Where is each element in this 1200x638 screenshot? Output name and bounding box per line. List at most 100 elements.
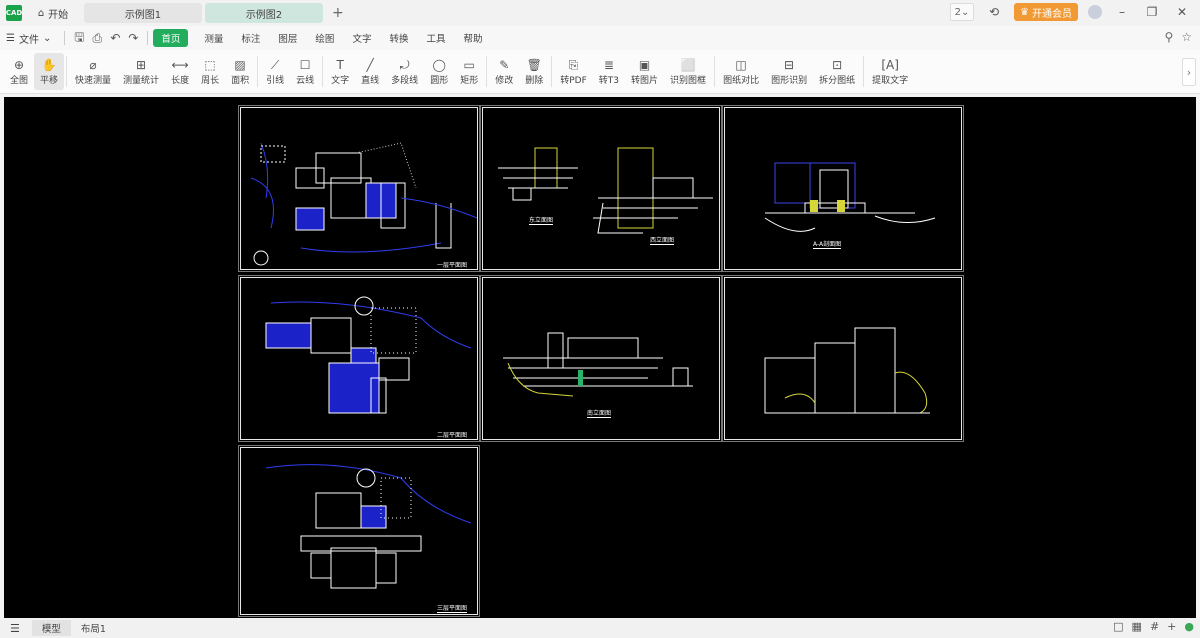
divider [64, 31, 66, 45]
sheet-title: 一层平面图 [437, 262, 468, 270]
home-tab-label: 开始 [48, 9, 69, 21]
tab-draw[interactable]: 绘图 [315, 31, 334, 45]
tool-label: 全图 [10, 76, 29, 86]
rectangle-icon: ▭ [463, 58, 475, 72]
drawing-canvas[interactable]: 一层平面图 东立面图 西立面图 A-A剖面图 二层平面图 南立面图 三层平面图 [4, 97, 1196, 618]
tab-layers[interactable]: 图层 [278, 31, 297, 45]
to-t3-tool[interactable]: ≣ 转T3 [593, 50, 625, 93]
drawing-sheet-elevations-east-west[interactable]: 东立面图 西立面图 [480, 105, 722, 272]
tab-layout-1[interactable]: 布局1 [71, 620, 116, 636]
document-tab-1[interactable]: 示例图1 [84, 3, 202, 23]
measure-stats-tool[interactable]: ⊞ 测量统计 [117, 50, 165, 93]
pan-tool[interactable]: ✋ 平移 [34, 53, 65, 90]
title-bar: CAD ⌂ 开始 示例图1 示例图2 + 2 ⌄ ⟲ ♛ 开通会员 – ❐ ✕ [0, 0, 1200, 26]
t3-icon: ≣ [603, 58, 614, 72]
toolbar-scroll-right-button[interactable]: › [1182, 58, 1196, 86]
menu-icon[interactable]: ☰ [10, 622, 20, 635]
drawing-sheet-elevation-south[interactable]: 南立面图 [480, 275, 722, 442]
document-tab-label: 示例图2 [245, 9, 283, 21]
length-tool[interactable]: ⟷ 长度 [165, 50, 195, 93]
vip-button[interactable]: ♛ 开通会员 [1014, 3, 1078, 21]
section-2-drawing [764, 327, 930, 414]
leader-tool[interactable]: ⟋ 引线 [260, 50, 290, 93]
tab-label: 模型 [41, 624, 61, 635]
tab-home[interactable]: 首页 [153, 29, 189, 47]
to-image-tool[interactable]: ▣ 转图片 [625, 50, 664, 93]
cloud-tool[interactable]: ☐ 云线 [290, 50, 320, 93]
viewport-icon[interactable]: □ [1113, 620, 1123, 633]
drawing-sheet-floor-2[interactable]: 二层平面图 [238, 275, 480, 442]
area-tool[interactable]: ▨ 面积 [225, 50, 255, 93]
undo-icon[interactable]: ↶ [106, 31, 124, 45]
sheet-title: 西立面图 [650, 237, 675, 245]
shape-recognition-tool[interactable]: ⊟ 图形识别 [765, 50, 813, 93]
drawing-sheet-section[interactable] [722, 275, 964, 442]
tab-measure[interactable]: 测量 [204, 31, 223, 45]
elevations-drawing [498, 147, 713, 234]
tab-convert[interactable]: 转换 [389, 31, 408, 45]
minimize-icon[interactable]: – [1112, 5, 1132, 19]
sync-icon[interactable]: ⟲ [984, 5, 1004, 19]
section-drawing [764, 162, 936, 232]
tab-help[interactable]: 帮助 [463, 31, 482, 45]
zoom-select-value: 2 [954, 6, 962, 18]
fit-all-tool[interactable]: ⊕ 全图 [4, 50, 34, 93]
rectangle-tool[interactable]: ▭ 矩形 [454, 50, 484, 93]
edit-icon: ✎ [499, 58, 510, 72]
quick-measure-tool[interactable]: ⌀ 快速测量 [69, 50, 117, 93]
snap-icon[interactable]: # [1150, 620, 1159, 633]
star-icon[interactable]: ☆ [1181, 30, 1192, 44]
modify-tool[interactable]: ✎ 修改 [489, 50, 519, 93]
color-icon[interactable]: ● [1184, 620, 1194, 633]
file-menu-label: 文件 [18, 34, 39, 46]
hamburger-icon: ☰ [6, 32, 15, 44]
document-tab-2[interactable]: 示例图2 [205, 3, 323, 23]
search-icon[interactable]: ⚲ [1164, 30, 1173, 44]
text-tool[interactable]: T 文字 [325, 50, 355, 93]
tool-label: 多段线 [391, 76, 419, 86]
crosshair-icon[interactable]: + [1167, 620, 1176, 633]
tool-label: 转PDF [560, 76, 587, 86]
tool-label: 快速测量 [75, 76, 112, 86]
new-tab-button[interactable]: + [332, 5, 344, 21]
divider [147, 31, 149, 45]
tab-model[interactable]: 模型 [31, 620, 71, 636]
redo-icon[interactable]: ↷ [124, 31, 142, 45]
file-menu[interactable]: ☰ 文件 ⌄ [6, 31, 51, 46]
drawing-sheet-section-aa[interactable]: A-A剖面图 [722, 105, 964, 272]
sheet-title: 东立面图 [529, 217, 554, 225]
menu-bar: ☰ 文件 ⌄ 🖫 ⎙ ↶ ↷ 首页 测量 标注 图层 绘图 文字 转换 工具 帮… [0, 26, 1200, 50]
leader-icon: ⟋ [270, 58, 280, 72]
frame-icon: ⬜ [680, 58, 696, 72]
tab-tools[interactable]: 工具 [426, 31, 445, 45]
zoom-select[interactable]: 2 ⌄ [950, 3, 975, 21]
save-icon[interactable]: 🖫 [70, 28, 88, 49]
perimeter-tool[interactable]: ⬚ 周长 [195, 50, 225, 93]
tab-text[interactable]: 文字 [352, 31, 371, 45]
tool-label: 平移 [40, 76, 59, 86]
drawing-sheet-floor-1[interactable]: 一层平面图 [238, 105, 480, 272]
delete-tool[interactable]: 🗑 删除 [519, 50, 549, 93]
tool-label: 拆分图纸 [819, 76, 856, 86]
ruler-icon: ⌀ [89, 58, 97, 72]
avatar[interactable] [1088, 5, 1102, 19]
polyline-tool[interactable]: ⤾ 多段线 [385, 50, 424, 93]
to-pdf-tool[interactable]: ⎘ 转PDF [554, 50, 593, 93]
line-icon: ╱ [366, 58, 374, 72]
drawing-sheet-floor-3[interactable]: 三层平面图 [238, 445, 480, 617]
circle-tool[interactable]: ◯ 圆形 [424, 50, 454, 93]
home-tab[interactable]: ⌂ 开始 [30, 3, 76, 23]
app-logo: CAD [6, 5, 22, 21]
grid-icon[interactable]: ▦ [1132, 620, 1142, 633]
line-tool[interactable]: ╱ 直线 [355, 50, 385, 93]
detect-frame-tool[interactable]: ⬜ 识别图框 [664, 50, 712, 93]
tool-label: 面积 [231, 76, 250, 86]
tab-annotate[interactable]: 标注 [241, 31, 260, 45]
extract-text-tool[interactable]: [A] 提取文字 [866, 50, 914, 93]
split-drawing-tool[interactable]: ⊡ 拆分图纸 [813, 50, 861, 93]
restore-icon[interactable]: ❐ [1142, 5, 1162, 19]
close-icon[interactable]: ✕ [1172, 5, 1192, 19]
compare-drawings-tool[interactable]: ◫ 图纸对比 [717, 50, 765, 93]
tool-label: 文字 [331, 76, 350, 86]
print-icon[interactable]: ⎙ [88, 31, 106, 46]
